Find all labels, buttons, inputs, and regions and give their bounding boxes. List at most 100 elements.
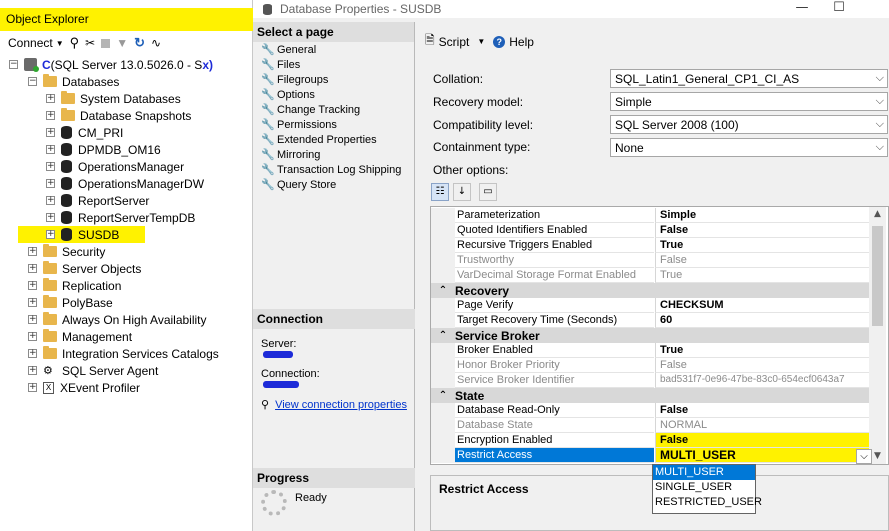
expand-icon[interactable]: + bbox=[46, 162, 55, 171]
grid-row[interactable]: Quoted Identifiers Enabled False bbox=[431, 223, 886, 238]
tree-node-polybase[interactable]: + PolyBase bbox=[28, 294, 113, 311]
collapse-icon[interactable]: ⌃ bbox=[431, 330, 455, 341]
page-transaction-log-shipping[interactable]: 🔧 Transaction Log Shipping bbox=[253, 162, 414, 177]
page-filegroups[interactable]: 🔧 Filegroups bbox=[253, 72, 414, 87]
server-node[interactable]: − C (SQL Server 13.0.5026.0 - S x) bbox=[9, 56, 213, 73]
connect-button[interactable]: Connect ▼ bbox=[8, 36, 64, 50]
collapse-icon[interactable]: − bbox=[28, 77, 37, 86]
script-dropdown-arrow-icon[interactable]: ▼ bbox=[477, 37, 485, 46]
property-pages-icon[interactable]: ▭ bbox=[479, 183, 497, 201]
expand-icon[interactable]: + bbox=[28, 332, 37, 341]
expand-icon[interactable]: + bbox=[46, 196, 55, 205]
page-general[interactable]: 🔧 General bbox=[253, 42, 414, 57]
tree-node-susdb[interactable]: + SUSDB bbox=[18, 226, 146, 243]
connect-plug-icon[interactable]: ⚲ bbox=[70, 35, 80, 51]
restrict-access-value[interactable]: MULTI_USER bbox=[655, 448, 883, 463]
tree-node-management[interactable]: + Management bbox=[28, 328, 132, 345]
grid-row[interactable]: Parameterization Simple bbox=[431, 208, 886, 223]
tree-node-server-objects[interactable]: + Server Objects bbox=[28, 260, 141, 277]
collapse-icon[interactable]: − bbox=[9, 60, 18, 69]
tree-node-security[interactable]: + Security bbox=[28, 243, 105, 260]
alphabetical-sort-icon[interactable]: ↓ bbox=[453, 183, 471, 201]
grid-row[interactable]: Page Verify CHECKSUM bbox=[431, 298, 886, 313]
disconnect-icon[interactable]: ✂ bbox=[85, 36, 95, 50]
grid-row[interactable]: Broker Enabled True bbox=[431, 343, 886, 358]
tree-node-database-snapshots[interactable]: + Database Snapshots bbox=[46, 107, 191, 124]
tree-node-sql-server-agent[interactable]: + ⚙ SQL Server Agent bbox=[28, 362, 158, 379]
expand-icon[interactable]: + bbox=[28, 281, 37, 290]
page-permissions[interactable]: 🔧 Permissions bbox=[253, 117, 414, 132]
page-options[interactable]: 🔧 Options bbox=[253, 87, 414, 102]
expand-icon[interactable]: + bbox=[46, 128, 55, 137]
containment-type-combo[interactable]: None ⌵ bbox=[610, 138, 888, 157]
help-button[interactable]: ? Help bbox=[493, 35, 534, 49]
tree-node-replication[interactable]: + Replication bbox=[28, 277, 121, 294]
expand-icon[interactable]: + bbox=[28, 366, 37, 375]
tree-node-integration-services[interactable]: + Integration Services Catalogs bbox=[28, 345, 219, 362]
collapse-icon[interactable]: ⌃ bbox=[431, 285, 455, 296]
tree-node-database[interactable]: + OperationsManagerDW bbox=[46, 175, 204, 192]
tree-node-database[interactable]: + CM_PRI bbox=[46, 124, 123, 141]
grid-row[interactable]: Target Recovery Time (Seconds) 60 bbox=[431, 313, 886, 328]
tree-node-database[interactable]: + ReportServer bbox=[46, 192, 149, 209]
expand-icon[interactable]: + bbox=[28, 315, 37, 324]
refresh-icon[interactable]: ↻ bbox=[134, 35, 145, 51]
tree-node-database[interactable]: + OperationsManager bbox=[46, 158, 184, 175]
tree-node-database[interactable]: + ReportServerTempDB bbox=[46, 209, 195, 226]
tree-node-always-on[interactable]: + Always On High Availability bbox=[28, 311, 207, 328]
view-connection-properties-link[interactable]: View connection properties bbox=[275, 399, 407, 411]
grid-scrollbar[interactable]: ▲ ▼ bbox=[869, 207, 886, 464]
script-button[interactable]: 🗎 Script bbox=[425, 31, 469, 52]
property-value[interactable]: 60 bbox=[655, 313, 883, 328]
page-mirroring[interactable]: 🔧 Mirroring bbox=[253, 147, 414, 162]
option-multi-user[interactable]: MULTI_USER bbox=[653, 465, 755, 480]
property-value[interactable]: True bbox=[655, 343, 883, 358]
scroll-thumb[interactable] bbox=[872, 226, 883, 326]
expand-icon[interactable]: + bbox=[46, 145, 55, 154]
categorized-icon[interactable]: ☷ bbox=[431, 183, 449, 201]
expand-icon[interactable]: + bbox=[28, 298, 37, 307]
expand-icon[interactable]: + bbox=[28, 383, 37, 392]
collation-combo[interactable]: SQL_Latin1_General_CP1_CI_AS ⌵ bbox=[610, 69, 888, 88]
databases-folder[interactable]: − Databases bbox=[28, 73, 119, 90]
tree-node-xevent-profiler[interactable]: + X XEvent Profiler bbox=[28, 379, 140, 396]
category-state[interactable]: ⌃ State bbox=[431, 388, 886, 403]
expand-icon[interactable]: + bbox=[46, 179, 55, 188]
page-change-tracking[interactable]: 🔧 Change Tracking bbox=[253, 102, 414, 117]
compatibility-level-combo[interactable]: SQL Server 2008 (100) ⌵ bbox=[610, 115, 888, 134]
category-service-broker[interactable]: ⌃ Service Broker bbox=[431, 328, 886, 343]
page-extended-properties[interactable]: 🔧 Extended Properties bbox=[253, 132, 414, 147]
expand-icon[interactable]: + bbox=[28, 247, 37, 256]
property-value[interactable]: Simple bbox=[655, 208, 883, 223]
expand-icon[interactable]: + bbox=[46, 230, 55, 239]
tree-node-database[interactable]: + DPMDB_OM16 bbox=[46, 141, 161, 158]
grid-row[interactable]: Encryption Enabled False bbox=[431, 433, 886, 448]
property-value[interactable]: False bbox=[655, 433, 883, 448]
option-restricted-user[interactable]: RESTRICTED_USER bbox=[653, 495, 762, 510]
stop-icon[interactable] bbox=[101, 38, 111, 48]
grid-row[interactable]: Recursive Triggers Enabled True bbox=[431, 238, 886, 253]
minimize-button[interactable]: — bbox=[788, 0, 816, 18]
page-query-store[interactable]: 🔧 Query Store bbox=[253, 177, 414, 192]
filter-icon[interactable]: ▼ bbox=[116, 36, 128, 50]
property-value[interactable]: True bbox=[655, 238, 883, 253]
property-value[interactable]: False bbox=[655, 223, 883, 238]
recovery-model-combo[interactable]: Simple ⌵ bbox=[610, 92, 888, 111]
property-value[interactable]: False bbox=[655, 403, 883, 418]
expand-icon[interactable]: + bbox=[46, 111, 55, 120]
expand-icon[interactable]: + bbox=[46, 213, 55, 222]
scroll-up-icon[interactable]: ▲ bbox=[869, 209, 886, 224]
collapse-icon[interactable]: ⌃ bbox=[431, 390, 455, 401]
tree-node-system-databases[interactable]: + System Databases bbox=[46, 90, 181, 107]
grid-row-restrict-access[interactable]: Restrict Access MULTI_USER bbox=[431, 448, 886, 463]
restrict-access-dropdown-button[interactable]: ⌵ bbox=[856, 449, 872, 464]
option-single-user[interactable]: SINGLE_USER bbox=[653, 480, 755, 495]
expand-icon[interactable]: + bbox=[28, 349, 37, 358]
expand-icon[interactable]: + bbox=[28, 264, 37, 273]
activity-monitor-icon[interactable]: ∿ bbox=[151, 36, 161, 50]
grid-row[interactable]: Database Read-Only False bbox=[431, 403, 886, 418]
maximize-button[interactable]: ☐ bbox=[825, 0, 853, 18]
page-files[interactable]: 🔧 Files bbox=[253, 57, 414, 72]
expand-icon[interactable]: + bbox=[46, 94, 55, 103]
property-value[interactable]: CHECKSUM bbox=[655, 298, 883, 313]
